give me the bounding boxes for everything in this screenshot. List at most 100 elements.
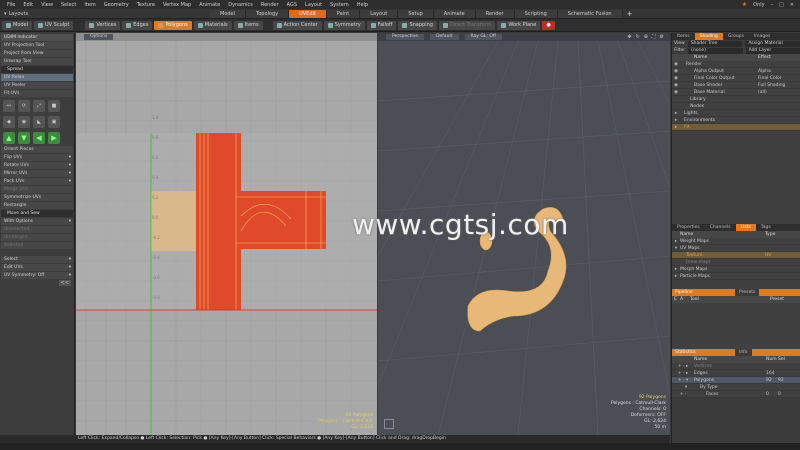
menu-help[interactable]: Help [353,2,372,8]
maximize-icon[interactable]: □ [779,2,784,8]
list-item[interactable]: (new map) [672,259,800,266]
unselected-button[interactable]: Unselected [1,226,73,233]
stats-row[interactable]: + - ▾ Polygons 92 92 [672,377,800,384]
tab-uvedit[interactable]: UVEdit [289,9,327,18]
tree-row[interactable]: ◉ Base Material (all) [672,89,800,96]
tree-row[interactable]: ▸ FX [672,124,800,131]
pack-uvs-button[interactable]: Pack UVs ▾ [1,178,73,185]
edit-uvs-button[interactable]: Edit UVs ▾ [1,264,73,271]
menu-geometry[interactable]: Geometry [100,2,133,8]
stats-controls-icon[interactable]: + - [672,391,694,397]
list-item[interactable]: ▸ Weight Maps [672,238,800,245]
arrow-right-icon[interactable]: ▶ [48,132,60,144]
uv-peeler-button[interactable]: UV Peeler [1,82,73,89]
menu-edit[interactable]: Edit [19,2,37,8]
tab-schematic-fusion[interactable]: Schematic Fusion [557,9,623,18]
eye-icon[interactable]: ◉ [672,89,680,95]
flip-uvs-button[interactable]: Flip UVs ▾ [1,154,73,161]
arrow-up-icon[interactable]: ▲ [3,132,15,144]
slide-icon[interactable]: ◣ [33,116,45,128]
work-plane-button[interactable]: Work Plane [497,20,541,30]
tab-animate[interactable]: Animate [433,9,476,18]
layouts-menu[interactable]: ▾ Layouts [0,11,70,17]
minimize-icon[interactable]: – [771,2,774,8]
tab-lists[interactable]: Lists [735,224,756,231]
falloff-button[interactable]: Falloff [366,20,397,30]
polygons-button[interactable]: Polygons [154,20,192,30]
cube-icon[interactable]: ■ [48,100,60,112]
move-and-sew-section[interactable]: Move and Sew [1,210,73,217]
select-button[interactable]: Select ▾ [1,256,73,263]
uv-projection-tool-button[interactable]: UV Projection Tool [1,42,73,49]
list-item[interactable]: ▸ Particle Maps [672,273,800,280]
tab-scripting[interactable]: Scripting [514,9,558,18]
tree-row[interactable]: ◉ Base Shader Full Shading [672,82,800,89]
menu-select[interactable]: Select [57,2,80,8]
rectangle-button[interactable]: Rectangle [1,202,73,209]
uv-options-button[interactable]: Options [84,34,114,40]
menu-vertex-map[interactable]: Vertex Map [159,2,195,8]
tab-paint[interactable]: Paint [326,9,361,18]
record-button[interactable]: ● [542,20,555,30]
tab-model[interactable]: Model [210,9,247,18]
stats-row[interactable]: + - Faces 0 0 [672,391,800,398]
expand-icon[interactable]: ▾ [672,245,680,251]
tree-row[interactable]: ▸ Lights [672,110,800,117]
arrow-left-icon[interactable]: ◀ [33,132,45,144]
symmetry-button[interactable]: Symmetry [323,20,365,30]
raygl-button[interactable]: Ray GL: Off [464,34,502,40]
menu-view[interactable]: View [37,2,57,8]
list-item[interactable]: ▾ UV Maps [672,245,800,252]
uv-viewport[interactable]: Options 1.0 0.8 0.6 0.4 0.2 0.0 -0.2 -0.… [76,33,377,435]
eye-icon[interactable]: ◉ [672,82,680,88]
selected-button[interactable]: Selected [1,242,73,249]
menu-ags[interactable]: AGS [283,2,301,8]
scale-icon[interactable]: ⤢ [33,100,45,112]
stats-row[interactable]: + - ▸ Edges 164 [672,370,800,377]
view-select[interactable]: Shader Tree [687,40,743,47]
tab-presets[interactable]: Presets [735,289,760,296]
mirror-uvs-button[interactable]: Mirror UVs ▾ [1,170,73,177]
list-item[interactable]: Texture UV [672,252,800,259]
merge-uvs-button[interactable]: Merge UVs [1,186,73,193]
with-options-button[interactable]: With Options ▾ [1,218,73,225]
expand-icon[interactable]: ▸ [672,117,680,123]
orient-pieces-button[interactable]: Orient Pieces [1,146,73,153]
assign-material-button[interactable]: Assign Material [745,40,800,47]
expand-icon[interactable]: ▸ [672,238,680,244]
add-tab-icon[interactable]: + [627,10,633,18]
eye-icon[interactable]: ◉ [672,75,680,81]
tab-layout[interactable]: Layout [360,9,399,18]
tab-render[interactable]: Render [475,9,515,18]
menu-dynamics[interactable]: Dynamics [224,2,257,8]
stats-controls-icon[interactable]: + - ▾ [672,377,694,383]
symmetrize-uvs-button[interactable]: Symmetrize UVs [1,194,73,201]
stretch-icon[interactable]: ◆ [3,116,15,128]
uv-island-vertical[interactable] [196,133,241,310]
uv-symmetry-button[interactable]: UV Symmetry: Off ▾ [1,272,73,279]
materials-button[interactable]: Materials [193,20,232,30]
eye-icon[interactable]: ◉ [672,61,680,67]
stats-controls-icon[interactable]: + - ▸ [672,370,694,376]
tab-statistics[interactable]: Statistics [675,349,735,356]
arrow-down-icon[interactable]: ▼ [18,132,30,144]
direct-transform-button[interactable]: Direct Transform [438,20,496,30]
smooth-icon[interactable]: ◉ [18,116,30,128]
expand-icon[interactable]: ▸ [672,124,680,130]
shading-button[interactable]: Default [430,34,459,40]
tab-channels[interactable]: Channels [705,224,736,231]
stats-controls-icon[interactable]: + - ▸ [672,363,694,369]
fit-uvs-button[interactable]: Fit UVs [1,90,73,97]
menu-layout[interactable]: Layout [301,2,326,8]
tab-properties[interactable]: Properties [672,224,705,231]
menu-system[interactable]: System [326,2,353,8]
uv-plane-icon[interactable]: ▣ [48,116,60,128]
tree-row[interactable]: ◉ Final Color Output Final Color [672,75,800,82]
uv-grid-canvas[interactable] [76,41,377,435]
tree-row[interactable]: ◉ Alpha Output Alpha [672,68,800,75]
only-label[interactable]: Only [753,2,764,8]
eye-icon[interactable]: ◉ [672,68,680,74]
model-mode-button[interactable]: Model [2,20,33,30]
expand-icon[interactable]: ▸ [672,266,680,272]
collapse-panel-icon[interactable]: << [58,280,71,286]
